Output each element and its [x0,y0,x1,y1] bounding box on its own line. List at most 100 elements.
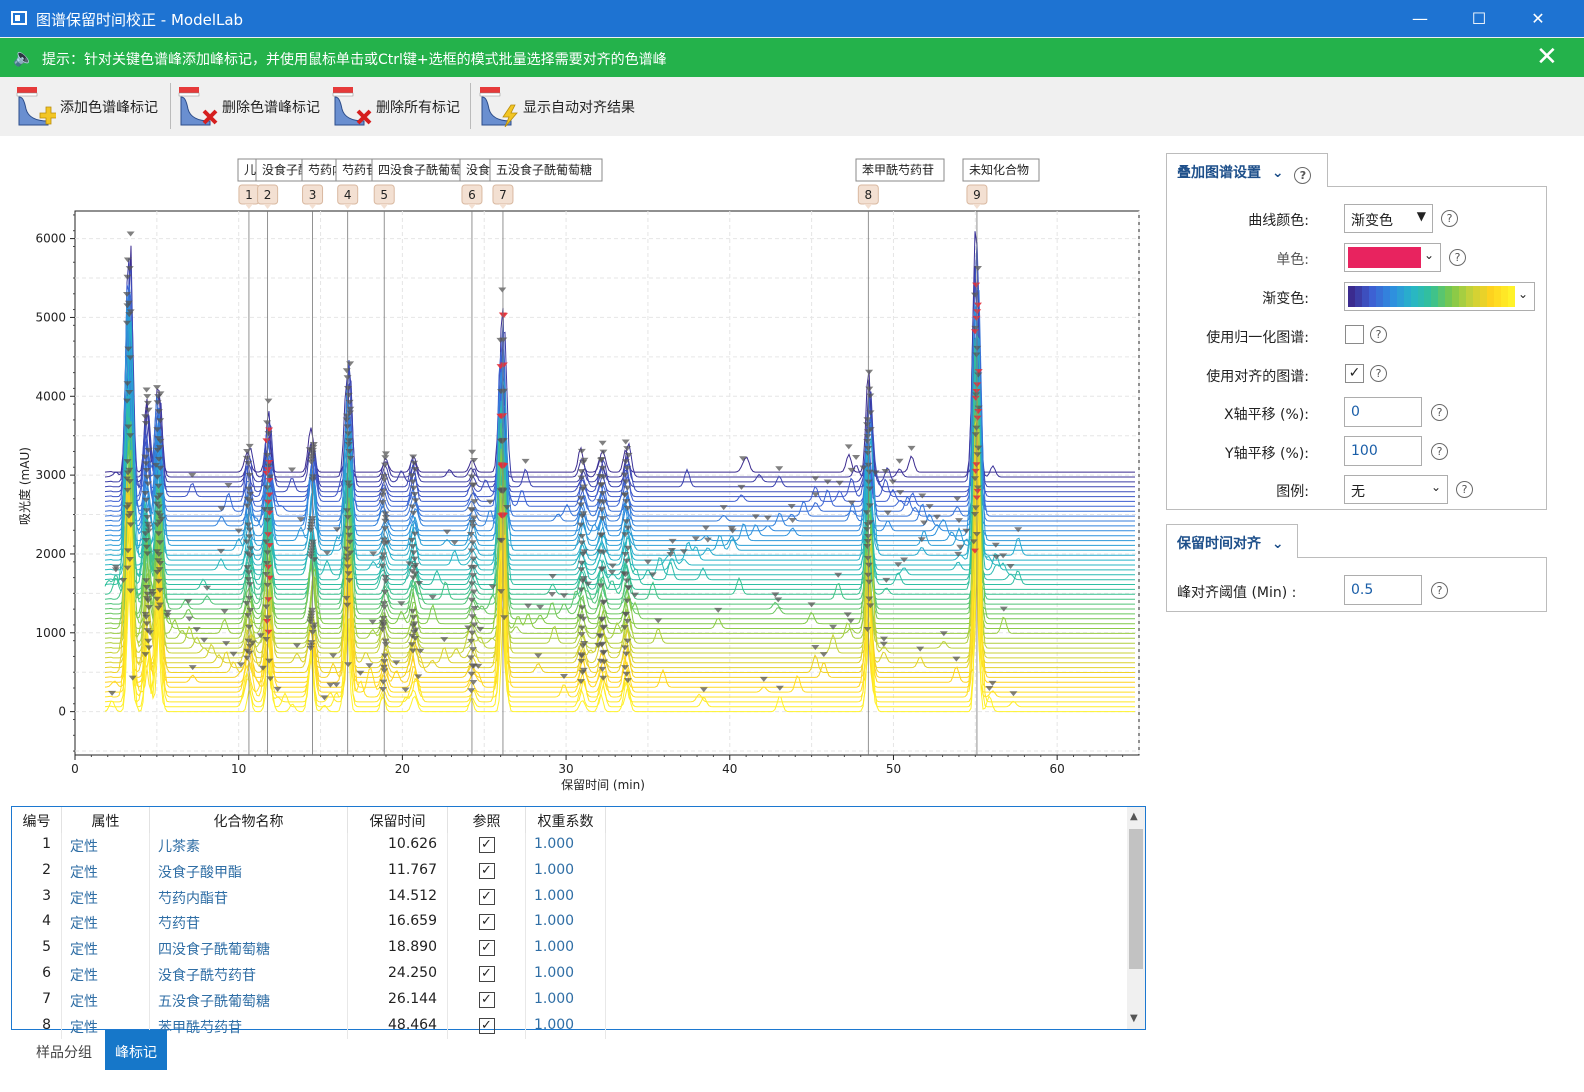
marker-pointer [498,204,507,209]
reference-checkbox[interactable]: ✓ [478,862,495,879]
col-header-no[interactable]: 编号 [12,807,62,833]
scroll-down-icon[interactable]: ▼ [1130,1013,1138,1024]
table-row[interactable]: 7 定性 五没食子酰葡萄糖 26.144 ✓ 1.000 [12,987,606,1014]
aligned-label: 使用对齐的图谱: [1206,369,1309,385]
table-cell-no: 5 [12,936,62,962]
table-row[interactable]: 1 定性 儿茶素 10.626 ✓ 1.000 [12,833,606,859]
tab-retention-align[interactable]: 保留时间对齐 ⌄ [1166,524,1298,558]
close-banner-button[interactable]: ✕ [1536,42,1558,72]
col-header-name[interactable]: 化合物名称 [150,807,348,833]
reference-checkbox[interactable]: ✓ [478,914,495,931]
help-icon[interactable]: ? [1449,249,1466,266]
table-cell-attr: 定性 [62,910,150,937]
help-icon[interactable]: ? [1370,365,1387,382]
curve-color-value: 渐变色 [1351,213,1393,229]
mono-color-label: 单色: [1276,252,1309,268]
help-icon[interactable]: ? [1431,443,1448,460]
minimize-button[interactable]: — [1392,0,1448,37]
tab-overlay-settings[interactable]: 叠加图谱设置 ⌄ ? [1166,153,1328,187]
xshift-label: X轴平移 (%): [1224,407,1309,423]
help-icon[interactable]: ? [1456,481,1473,498]
table-cell-no: 1 [12,833,62,859]
col-header-weight[interactable]: 权重系数 [526,807,606,833]
y-tick-label: 4000 [35,389,66,403]
table-cell-rt: 16.659 [348,910,448,937]
marker-pointer [972,204,981,209]
table-cell-rt: 26.144 [348,987,448,1014]
table-cell-name: 五没食子酰葡萄糖 [150,987,348,1014]
help-icon[interactable]: ? [1431,404,1448,421]
threshold-input[interactable]: 0.5 [1344,575,1422,605]
table-cell-ref[interactable]: ✓ [448,936,526,962]
gradient-swatch-cell [1375,286,1383,307]
table-cell-w: 1.000 [526,962,606,988]
table-cell-ref[interactable]: ✓ [448,884,526,911]
chromatogram-chart[interactable]: 儿1没食子酸2芍药内3芍药苷4四没食子酰葡萄5没食6五没食子酰葡萄糖7苯甲酰芍药… [0,0,1160,806]
marker-pointer [343,204,352,209]
peak-marker-5[interactable]: 四没食子酰葡萄 5 [371,158,463,209]
gradient-label: 渐变色: [1262,291,1309,307]
peak-marker-8[interactable]: 苯甲酰芍药苷 8 [855,158,945,209]
col-header-attr[interactable]: 属性 [62,807,150,833]
table-cell-ref[interactable]: ✓ [448,833,526,859]
gradient-swatch-cell [1507,286,1515,307]
table-row[interactable]: 5 定性 四没食子酰葡萄糖 18.890 ✓ 1.000 [12,936,606,962]
mono-color-select[interactable]: ⌄ [1344,243,1441,272]
retention-align-panel: 峰对齐阈值 (Min) : 0.5 ? [1166,557,1547,612]
peak-marker-7[interactable]: 五没食子酰葡萄糖 7 [489,158,603,209]
xshift-input[interactable]: 0 [1344,397,1422,427]
tab-sample-group[interactable]: 样品分组 [26,1030,102,1070]
reference-checkbox[interactable]: ✓ [478,888,495,905]
gradient-select[interactable]: ⌄ [1344,282,1535,311]
table-cell-ref[interactable]: ✓ [448,962,526,988]
marker-pointer [244,204,253,209]
help-icon[interactable]: ? [1370,326,1387,343]
table-row[interactable]: 6 定性 没食子酰芍药苷 24.250 ✓ 1.000 [12,962,606,988]
gradient-swatch-cell [1466,286,1474,307]
table-row[interactable]: 2 定性 没食子酸甲酯 11.767 ✓ 1.000 [12,858,606,885]
normalize-checkbox[interactable] [1345,325,1364,344]
reference-checkbox[interactable]: ✓ [478,940,495,957]
table-cell-ref[interactable]: ✓ [448,987,526,1014]
table-cell-ref[interactable]: ✓ [448,910,526,937]
maximize-button[interactable]: ☐ [1451,0,1507,37]
peak-marker-9[interactable]: 未知化合物 9 [962,158,1040,209]
help-icon[interactable]: ? [1441,210,1458,227]
close-window-button[interactable]: ✕ [1510,0,1566,37]
table-cell-no: 2 [12,858,62,885]
table-cell-w: 1.000 [526,833,606,859]
reference-checkbox[interactable]: ✓ [478,966,495,982]
col-header-rt[interactable]: 保留时间 [348,807,448,833]
gradient-swatch-cell [1348,286,1355,307]
mono-color-row: 单色: ⌄ ? [1167,243,1547,273]
table-cell-ref[interactable]: ✓ [448,858,526,885]
marker-id-text: 7 [499,188,507,202]
y-tick-label: 3000 [35,468,66,482]
scroll-up-icon[interactable]: ▲ [1130,811,1138,822]
marker-labels[interactable]: 儿1没食子酸2芍药内3芍药苷4四没食子酰葡萄5没食6五没食子酰葡萄糖7苯甲酰芍药… [237,158,1040,209]
legend-select[interactable]: 无 ⌄ [1344,475,1448,504]
marker-name-text: 五没食子酰葡萄糖 [496,162,592,177]
table-scrollbar[interactable]: ▲ ▼ [1127,807,1145,1029]
gradient-swatch-cell [1410,286,1418,307]
help-icon[interactable]: ? [1294,167,1312,184]
aligned-checkbox[interactable]: ✓ [1345,364,1364,383]
scrollbar-thumb[interactable] [1129,829,1143,969]
table-row[interactable]: 4 定性 芍药苷 16.659 ✓ 1.000 [12,910,606,937]
col-header-ref[interactable]: 参照 [448,807,526,833]
table-cell-name: 没食子酸甲酯 [150,858,348,885]
table-row[interactable]: 3 定性 芍药内酯苷 14.512 ✓ 1.000 [12,884,606,911]
curve-color-select[interactable]: 渐变色 ▼ [1344,204,1433,233]
help-icon[interactable]: ? [1431,582,1448,599]
gradient-swatch-cell [1459,286,1467,307]
reference-checkbox[interactable]: ✓ [478,991,495,1008]
gradient-swatch-cell [1354,286,1362,307]
x-tick-label: 30 [558,762,573,776]
reference-checkbox[interactable]: ✓ [478,837,495,853]
yshift-row: Y轴平移 (%): 100 ? [1167,436,1547,467]
chevron-down-icon: ▼ [1416,209,1426,223]
yshift-input[interactable]: 100 [1344,436,1422,466]
gradient-swatch-cell [1361,286,1369,307]
peak-marker-6[interactable]: 没食 6 [459,158,491,209]
tab-peak-markers[interactable]: 峰标记 [105,1030,167,1070]
